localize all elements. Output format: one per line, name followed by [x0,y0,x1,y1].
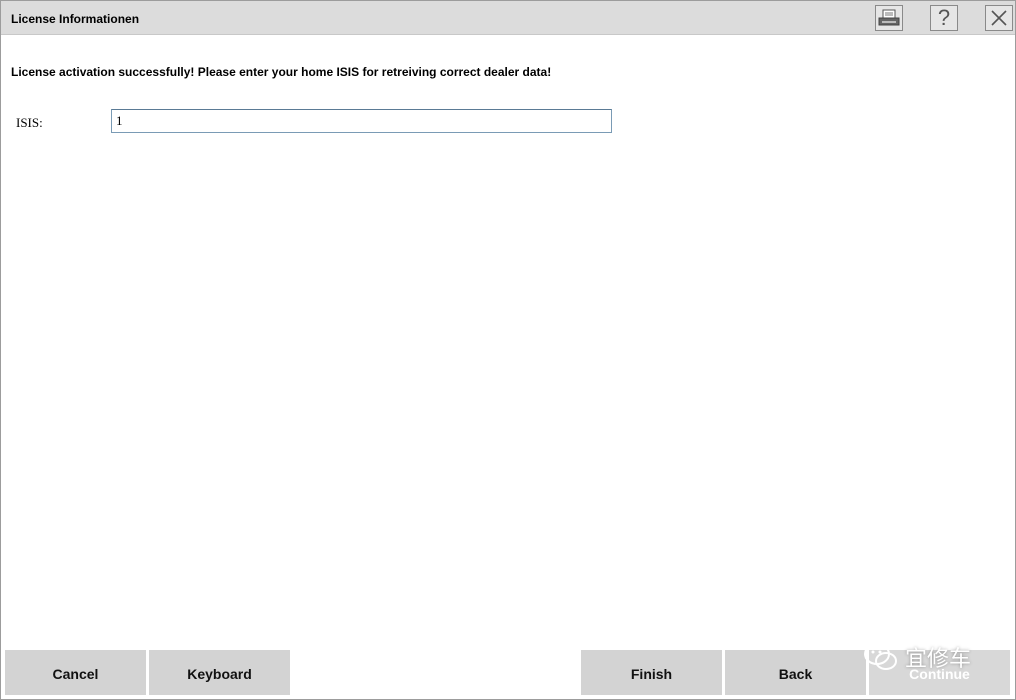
license-dialog: License Informationen ? License activati… [0,0,1016,700]
help-button[interactable]: ? [930,5,958,31]
isis-input[interactable] [111,109,612,133]
cancel-button[interactable]: Cancel [5,650,146,695]
help-icon: ? [937,5,951,30]
printer-icon [878,9,900,26]
close-button[interactable] [985,5,1013,31]
continue-button[interactable]: Continue [869,650,1010,695]
finish-button[interactable]: Finish [581,650,722,695]
isis-label: ISIS: [16,115,43,130]
close-icon [991,10,1007,26]
back-button[interactable]: Back [725,650,866,695]
activation-message: License activation successfully! Please … [11,65,552,79]
print-button[interactable] [875,5,903,31]
window-title: License Informationen [11,12,140,26]
title-bar: License Informationen ? [1,1,1015,35]
keyboard-button[interactable]: Keyboard [149,650,290,695]
